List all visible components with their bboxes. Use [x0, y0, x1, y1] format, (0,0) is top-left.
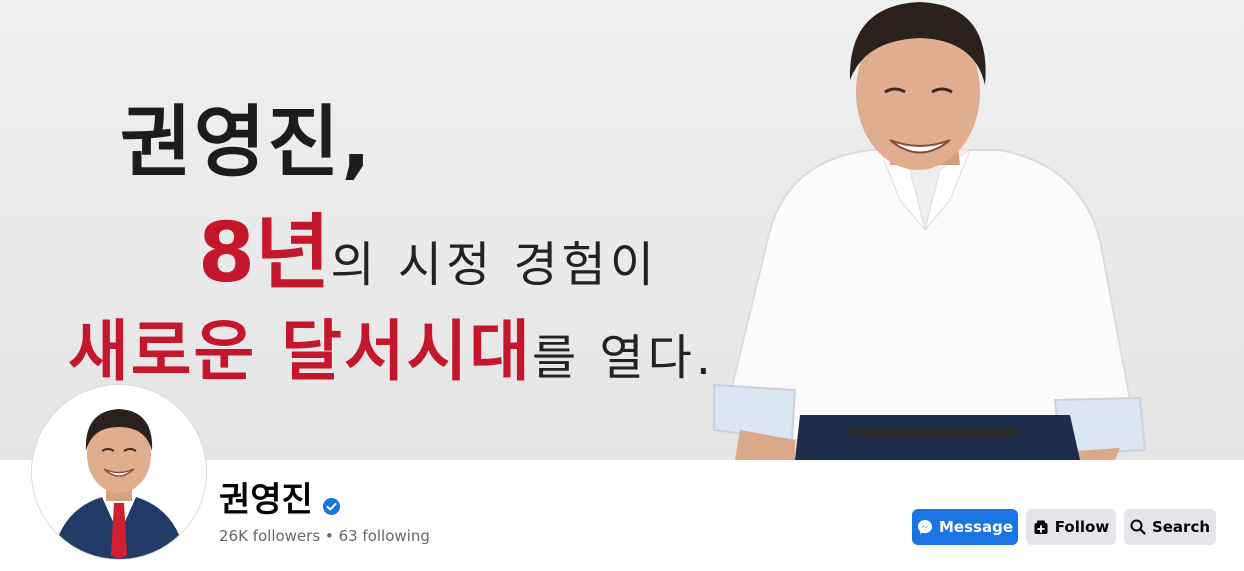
cover-text-experience: 의 시정 경험이 [330, 237, 658, 293]
search-label: Search [1151, 518, 1211, 536]
message-button[interactable]: Message [912, 509, 1018, 545]
follow-button[interactable]: Follow [1026, 509, 1116, 545]
messenger-icon [917, 519, 933, 535]
following-link[interactable]: 63 following [339, 527, 430, 545]
cover-photo[interactable]: 권영진, 8년의 시정 경험이 새로운 달서시대를 열다. [0, 0, 1244, 460]
verified-badge-icon [323, 498, 340, 515]
search-button[interactable]: Search [1124, 509, 1216, 545]
cover-text-open: 를 열다. [532, 330, 716, 386]
profile-name: 권영진 [219, 480, 313, 520]
cover-person-illustration [713, 2, 1147, 460]
cover-highlight-era: 새로운 달서시대 [68, 313, 533, 390]
cover-highlight-years: 8년 [198, 206, 331, 301]
follow-label: Follow [1054, 518, 1110, 536]
stats-separator: • [324, 527, 334, 545]
message-label: Message [939, 518, 1013, 536]
profile-avatar[interactable] [32, 385, 206, 559]
followers-link[interactable]: 26K followers [219, 527, 320, 545]
avatar-portrait-icon [32, 385, 206, 559]
search-icon [1130, 519, 1146, 535]
follow-plus-icon [1033, 519, 1049, 535]
follow-stats: 26K followers • 63 following [219, 527, 430, 545]
cover-headline-name: 권영진, [120, 98, 373, 188]
cover-headline-line3: 새로운 달서시대를 열다. [68, 298, 715, 394]
cover-headline-line2: 8년의 시정 경험이 [198, 186, 658, 305]
